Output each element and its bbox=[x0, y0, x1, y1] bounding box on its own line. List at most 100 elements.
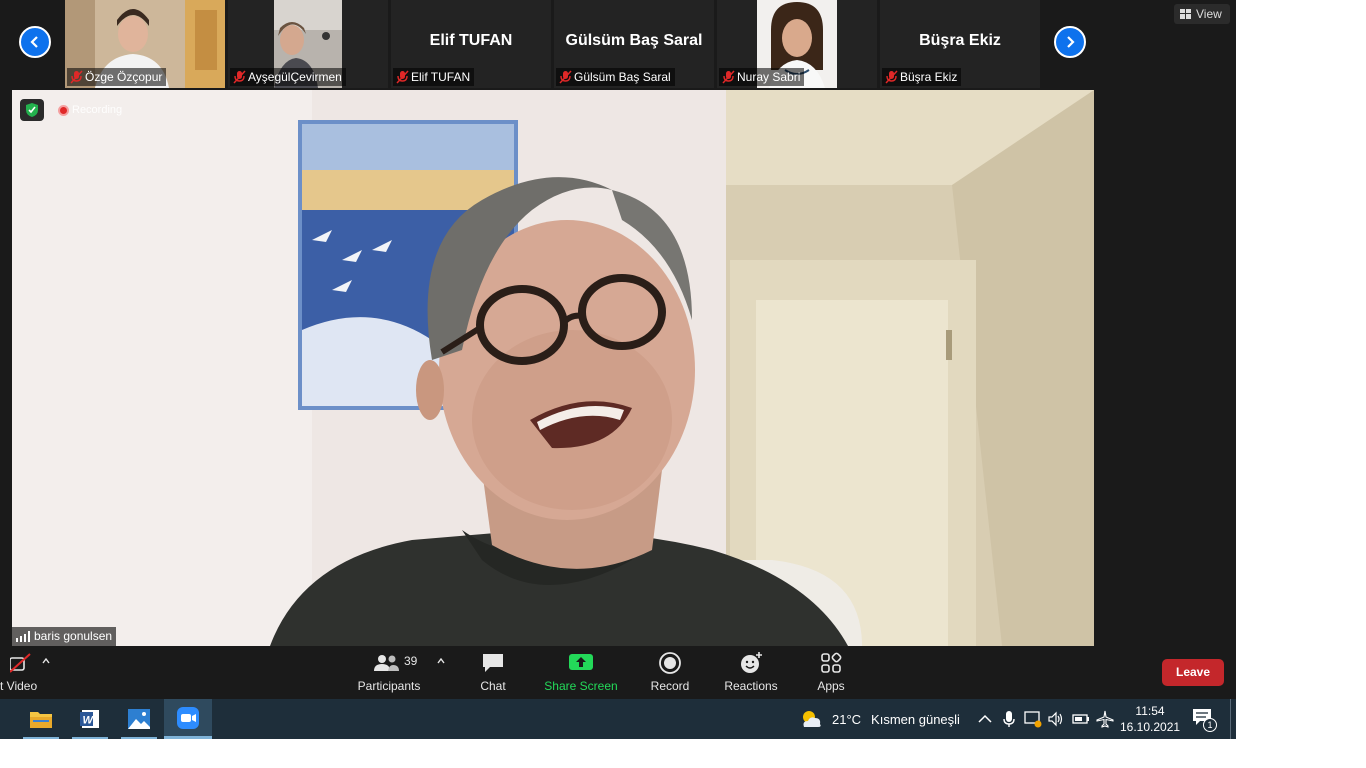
caret-up-icon bbox=[437, 658, 445, 664]
file-explorer-taskbar-button[interactable] bbox=[17, 699, 65, 739]
previous-page-button[interactable] bbox=[19, 26, 51, 58]
clock-time: 11:54 bbox=[1135, 704, 1165, 718]
leave-button[interactable]: Leave bbox=[1162, 659, 1224, 686]
chat-button[interactable]: Chat bbox=[468, 646, 518, 699]
mic-muted-icon bbox=[396, 70, 409, 84]
view-button[interactable]: View bbox=[1174, 4, 1230, 24]
battery-icon[interactable] bbox=[1072, 710, 1090, 728]
video-label: t Video bbox=[0, 679, 38, 693]
notification-count-badge: 1 bbox=[1203, 718, 1217, 732]
reactions-label: Reactions bbox=[724, 679, 778, 693]
participants-count: 39 bbox=[404, 654, 418, 668]
participant-name-label: Gülsüm Baş Saral bbox=[556, 68, 675, 86]
apps-icon bbox=[821, 652, 842, 673]
participants-icon bbox=[374, 655, 399, 671]
airplane-mode-icon[interactable] bbox=[1096, 710, 1114, 728]
participants-options-caret[interactable] bbox=[434, 646, 448, 699]
participants-button[interactable]: 39 Participants bbox=[354, 646, 424, 699]
participant-name-display: Elif TUFAN bbox=[429, 32, 513, 49]
security-shield-icon[interactable] bbox=[20, 99, 44, 121]
participant-name-label: Elif TUFAN bbox=[393, 68, 475, 86]
weather-widget[interactable]: 21°C Kısmen güneşli bbox=[800, 699, 960, 739]
zoom-meeting-window: Özge Özçopur AyşegülÇevirmen Elif TUFAN bbox=[0, 0, 1236, 739]
chevron-up-icon[interactable] bbox=[976, 710, 994, 728]
folder-icon bbox=[30, 712, 52, 728]
reactions-icon bbox=[741, 652, 762, 673]
participant-tile[interactable]: Gülsüm Baş Saral Gülsüm Baş Saral bbox=[554, 0, 714, 88]
participant-strip: Özge Özçopur AyşegülÇevirmen Elif TUFAN bbox=[0, 0, 1236, 90]
word-icon: W bbox=[80, 710, 99, 728]
video-off-icon bbox=[10, 653, 31, 673]
share-screen-label: Share Screen bbox=[544, 679, 618, 693]
taskbar-clock[interactable]: 11:54 16.10.2021 bbox=[1120, 703, 1180, 735]
signal-strength-icon bbox=[16, 631, 30, 642]
participant-name: Elif TUFAN bbox=[411, 70, 471, 84]
start-video-button[interactable]: t Video bbox=[0, 646, 42, 699]
record-label: Record bbox=[650, 679, 690, 693]
participant-name: AyşegülÇevirmen bbox=[248, 70, 342, 84]
show-desktop-button[interactable] bbox=[1230, 699, 1236, 739]
active-speaker-video bbox=[12, 90, 1094, 646]
microphone-icon[interactable] bbox=[1000, 710, 1018, 728]
speaker-video-frame bbox=[12, 90, 1094, 646]
chat-icon bbox=[483, 654, 503, 672]
participant-name-display: Büşra Ekiz bbox=[919, 32, 1001, 49]
meeting-toolbar: t Video 39 Participants Chat Share Scree… bbox=[0, 646, 1236, 699]
chevron-right-icon bbox=[1067, 36, 1075, 48]
participant-name-label: Nuray Sabri bbox=[719, 68, 805, 86]
participant-name: Büşra Ekiz bbox=[900, 70, 958, 84]
volume-icon[interactable] bbox=[1047, 710, 1065, 728]
participant-tile[interactable]: Özge Özçopur bbox=[65, 0, 225, 88]
network-icon[interactable] bbox=[1024, 710, 1042, 728]
apps-button[interactable]: Apps bbox=[806, 646, 856, 699]
video-options-caret[interactable] bbox=[40, 646, 52, 699]
chevron-left-icon bbox=[30, 36, 38, 48]
participant-name-label: AyşegülÇevirmen bbox=[230, 68, 346, 86]
photos-taskbar-button[interactable] bbox=[115, 699, 163, 739]
mic-muted-icon bbox=[233, 70, 246, 84]
share-screen-icon bbox=[569, 654, 593, 670]
participant-name-display: Gülsüm Baş Saral bbox=[565, 32, 703, 49]
recording-label: Recording bbox=[72, 104, 123, 116]
partly-sunny-icon bbox=[803, 711, 821, 727]
mic-muted-icon bbox=[70, 70, 83, 84]
zoom-taskbar-button[interactable] bbox=[164, 699, 212, 739]
photos-icon bbox=[128, 709, 150, 729]
notifications-button[interactable]: 1 bbox=[1192, 708, 1217, 732]
weather-temp: 21°C bbox=[832, 711, 862, 727]
record-icon bbox=[659, 652, 681, 674]
view-label: View bbox=[1196, 7, 1222, 21]
participant-name-label: Özge Özçopur bbox=[67, 68, 167, 86]
participant-name-label: Büşra Ekiz bbox=[882, 68, 962, 86]
mic-muted-icon bbox=[885, 70, 898, 84]
caret-up-icon bbox=[42, 658, 50, 664]
participant-tile[interactable]: Büşra Ekiz Büşra Ekiz bbox=[880, 0, 1040, 88]
speaker-name: baris gonulsen bbox=[34, 629, 113, 643]
svg-text:W: W bbox=[83, 715, 95, 727]
participant-name: Özge Özçopur bbox=[85, 70, 163, 84]
participant-tile[interactable]: Nuray Sabri bbox=[717, 0, 877, 88]
record-button[interactable]: Record bbox=[640, 646, 700, 699]
participants-label: Participants bbox=[357, 679, 421, 693]
record-dot-icon bbox=[58, 105, 69, 116]
speaker-name-label: baris gonulsen bbox=[12, 627, 117, 646]
zoom-icon bbox=[177, 706, 199, 729]
next-page-button[interactable] bbox=[1054, 26, 1086, 58]
participant-name: Nuray Sabri bbox=[737, 70, 801, 84]
windows-taskbar: W 21°C Kısmen güneşli 11:54 16.10.2021 1 bbox=[0, 699, 1236, 739]
clock-date: 16.10.2021 bbox=[1120, 720, 1181, 734]
reactions-button[interactable]: Reactions bbox=[718, 646, 784, 699]
word-taskbar-button[interactable]: W bbox=[66, 699, 114, 739]
share-screen-button[interactable]: Share Screen bbox=[541, 646, 621, 699]
app-icon bbox=[0, 710, 4, 728]
taskbar-app-partial[interactable] bbox=[0, 699, 8, 739]
mic-muted-icon bbox=[559, 70, 572, 84]
recording-indicator[interactable]: Recording bbox=[56, 101, 122, 119]
mic-muted-icon bbox=[722, 70, 735, 84]
participant-tile[interactable]: Elif TUFAN Elif TUFAN bbox=[391, 0, 551, 88]
participant-tile[interactable]: AyşegülÇevirmen bbox=[228, 0, 388, 88]
apps-label: Apps bbox=[817, 679, 845, 693]
weather-text: Kısmen güneşli bbox=[871, 711, 960, 727]
participant-name: Gülsüm Baş Saral bbox=[574, 70, 671, 84]
chat-label: Chat bbox=[480, 679, 506, 693]
